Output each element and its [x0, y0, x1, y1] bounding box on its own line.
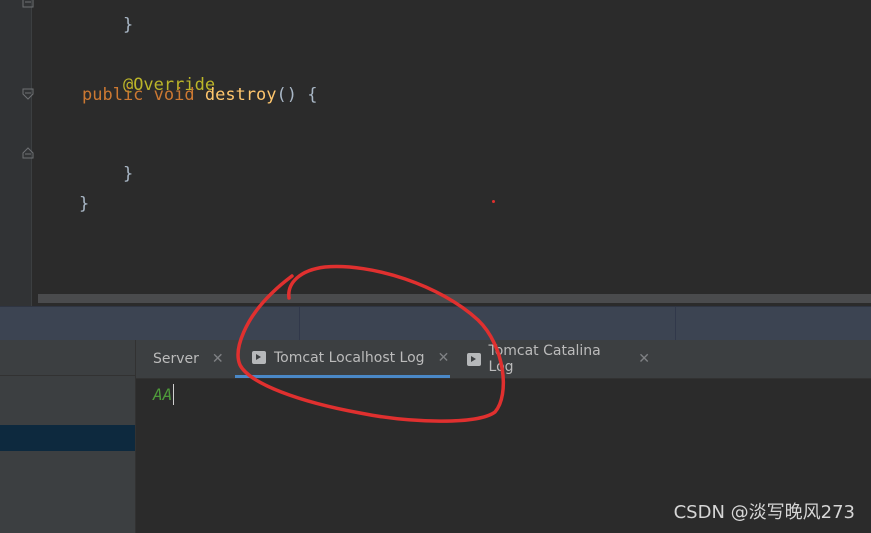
close-icon[interactable]: ✕ — [438, 350, 450, 366]
fold-marker-icon[interactable] — [22, 88, 34, 100]
console-tab-icon — [252, 351, 266, 364]
tab-tomcat-catalina-log[interactable]: Tomcat Catalina Log ✕ — [450, 340, 650, 378]
toolbar-divider — [675, 307, 676, 341]
close-icon[interactable]: ✕ — [638, 351, 650, 367]
method-params: () { — [276, 85, 318, 105]
log-tab-bar: Server ✕ Tomcat Localhost Log ✕ Tomcat C… — [136, 340, 871, 379]
tab-tomcat-localhost-log[interactable]: Tomcat Localhost Log ✕ — [235, 340, 450, 378]
services-toolbar — [0, 306, 871, 341]
code-line-closing-brace: } — [82, 0, 133, 35]
brace-text: } — [122, 15, 134, 35]
toolbar-divider — [299, 307, 300, 341]
code-line-method-close: } — [82, 144, 133, 184]
keyword-void: void — [153, 85, 195, 105]
red-dot-mark — [492, 200, 495, 203]
brace-text: } — [122, 164, 134, 184]
console-tab-icon — [467, 352, 481, 366]
fold-marker-icon[interactable] — [22, 0, 34, 8]
code-editor[interactable]: } @Override public void destroy() { } } — [0, 0, 871, 306]
panel-divider — [0, 375, 135, 376]
tab-label: Tomcat Localhost Log — [274, 349, 425, 366]
code-line-annotation: @Override — [82, 55, 215, 95]
close-icon[interactable]: ✕ — [212, 351, 224, 367]
text-caret — [173, 384, 174, 405]
fold-marker-icon[interactable] — [22, 147, 34, 159]
console-output-text: AA — [153, 385, 173, 404]
code-line-class-close: } — [38, 174, 89, 214]
brace-text: } — [78, 194, 90, 214]
tab-label: Server — [153, 351, 199, 367]
code-line-method-signature: public void destroy() { — [82, 85, 317, 105]
tab-label: Tomcat Catalina Log — [488, 343, 601, 375]
keyword-public: public — [82, 85, 144, 105]
horizontal-scrollbar[interactable] — [38, 294, 871, 303]
services-tree-panel[interactable] — [0, 340, 136, 533]
tab-server[interactable]: Server ✕ — [136, 340, 234, 378]
editor-gutter[interactable] — [0, 0, 34, 306]
method-name: destroy — [204, 85, 277, 105]
watermark-text: CSDN @淡写晚风273 — [673, 502, 855, 523]
selected-tree-row[interactable] — [0, 425, 135, 451]
log-console[interactable]: AA CSDN @淡写晚风273 — [136, 379, 871, 533]
